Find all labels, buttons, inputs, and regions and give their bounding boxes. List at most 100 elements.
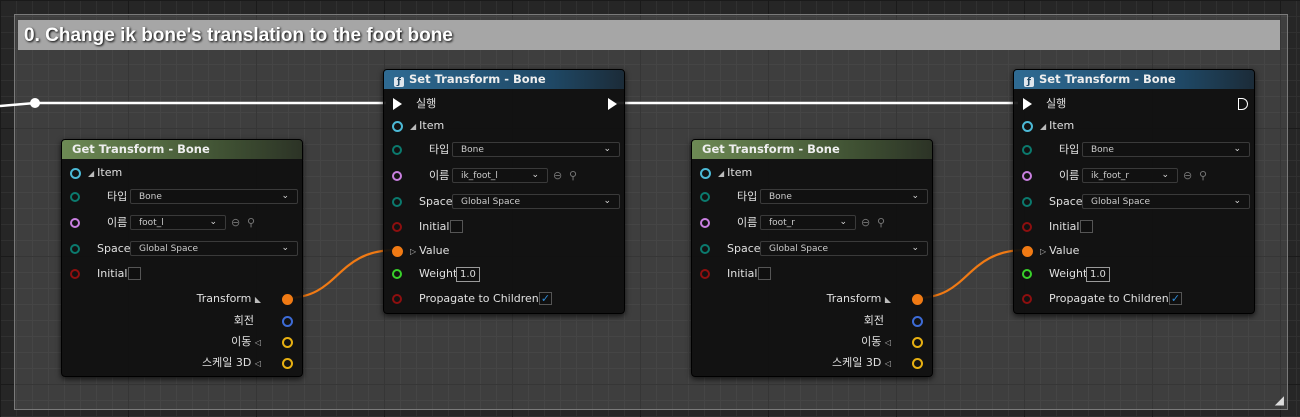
search-icon[interactable]: ⚲ — [1199, 166, 1207, 186]
item-pin[interactable] — [1022, 121, 1033, 132]
name-pin[interactable] — [70, 218, 80, 228]
name-pin[interactable] — [1022, 171, 1032, 181]
exec-in-pin[interactable] — [393, 98, 402, 110]
node-title-text: Set Transform - Bone — [409, 72, 546, 86]
type-dropdown[interactable]: Bone ⌄ — [130, 189, 298, 204]
translation-out-pin[interactable] — [912, 337, 923, 348]
name-label: 이름 — [107, 216, 128, 229]
search-icon[interactable]: ⚲ — [247, 213, 255, 233]
rotation-out-pin[interactable] — [912, 316, 923, 327]
chevron-down-icon: ⌄ — [911, 191, 919, 201]
collapse-triangle-icon[interactable]: ◢ — [410, 122, 416, 131]
space-pin[interactable] — [1022, 197, 1032, 207]
initial-pin[interactable] — [392, 222, 402, 232]
translation-out-label: 이동 ◁ — [861, 332, 894, 353]
weight-input[interactable]: 1.0 — [456, 267, 480, 282]
chevron-down-icon: ⌄ — [839, 217, 847, 227]
set-transform-node-left[interactable]: ƒ Set Transform - Bone 실행 ◢ Item 타입 Bone ⌄ … — [383, 69, 625, 314]
expand-triangle-icon[interactable]: ◣ — [255, 295, 261, 304]
node-title[interactable]: ƒ Set Transform - Bone — [384, 70, 624, 89]
exec-out-pin[interactable] — [608, 98, 617, 110]
expand-triangle-icon[interactable]: ▷ — [410, 247, 416, 256]
initial-row: Initial — [392, 217, 622, 237]
scale-out-label: 스케일 3D ◁ — [832, 353, 894, 374]
use-selected-icon[interactable]: ⊖ — [553, 166, 562, 186]
type-label: 타입 — [737, 190, 758, 203]
get-transform-node-left[interactable]: Get Transform - Bone ◢ Item 타입 Bone ⌄ 이름 f… — [61, 139, 303, 377]
space-dropdown[interactable]: Global Space ⌄ — [452, 194, 620, 209]
value-pin[interactable] — [392, 246, 403, 257]
type-dropdown[interactable]: Bone ⌄ — [760, 189, 928, 204]
space-pin[interactable] — [70, 244, 80, 254]
name-dropdown[interactable]: ik_foot_r ⌄ — [1082, 168, 1178, 183]
weight-input[interactable]: 1.0 — [1086, 267, 1110, 282]
use-selected-icon[interactable]: ⊖ — [231, 213, 240, 233]
item-pin[interactable] — [392, 121, 403, 132]
type-pin[interactable] — [1022, 145, 1032, 155]
collapse-triangle-icon[interactable]: ◢ — [88, 169, 94, 178]
expand-triangle-icon[interactable]: ◣ — [885, 295, 891, 304]
weight-pin[interactable] — [1022, 269, 1032, 279]
search-icon[interactable]: ⚲ — [569, 166, 577, 186]
use-selected-icon[interactable]: ⊖ — [861, 213, 870, 233]
propagate-row: Propagate to Children ✓ — [392, 289, 622, 309]
initial-pin[interactable] — [70, 269, 80, 279]
space-dropdown[interactable]: Global Space ⌄ — [760, 241, 928, 256]
name-dropdown[interactable]: foot_r ⌄ — [760, 215, 856, 230]
expand-triangle-icon[interactable]: ◁ — [255, 359, 261, 368]
scale-out-pin[interactable] — [912, 358, 923, 369]
collapse-triangle-icon[interactable]: ◢ — [718, 169, 724, 178]
space-dropdown[interactable]: Global Space ⌄ — [130, 241, 298, 256]
type-dropdown[interactable]: Bone ⌄ — [1082, 142, 1250, 157]
name-pin[interactable] — [700, 218, 710, 228]
weight-pin[interactable] — [392, 269, 402, 279]
node-title[interactable]: Get Transform - Bone — [692, 140, 932, 159]
type-pin[interactable] — [392, 145, 402, 155]
initial-checkbox[interactable] — [758, 267, 771, 280]
expand-triangle-icon[interactable]: ◁ — [885, 338, 891, 347]
space-dropdown[interactable]: Global Space ⌄ — [1082, 194, 1250, 209]
transform-out-pin[interactable] — [912, 294, 923, 305]
value-text: Value — [1049, 244, 1080, 257]
node-title[interactable]: Get Transform - Bone — [62, 140, 302, 159]
transform-out-pin[interactable] — [282, 294, 293, 305]
translation-out-pin[interactable] — [282, 337, 293, 348]
item-pin[interactable] — [700, 168, 711, 179]
exec-in-pin[interactable] — [1023, 98, 1032, 110]
exec-row: 실행 — [1022, 94, 1250, 114]
expand-triangle-icon[interactable]: ◁ — [885, 359, 891, 368]
get-transform-node-right[interactable]: Get Transform - Bone ◢ Item 타입 Bone ⌄ 이름 f… — [691, 139, 933, 377]
propagate-pin[interactable] — [392, 294, 402, 304]
initial-checkbox[interactable] — [1080, 220, 1093, 233]
use-selected-icon[interactable]: ⊖ — [1183, 166, 1192, 186]
collapse-triangle-icon[interactable]: ◢ — [1040, 122, 1046, 131]
node-title[interactable]: ƒ Set Transform - Bone — [1014, 70, 1254, 89]
chevron-down-icon: ⌄ — [281, 243, 289, 253]
space-pin[interactable] — [392, 197, 402, 207]
type-pin[interactable] — [700, 192, 710, 202]
set-transform-node-right[interactable]: ƒ Set Transform - Bone 실행 ◢ Item 타입 Bone ⌄ … — [1013, 69, 1255, 314]
rotation-out-pin[interactable] — [282, 316, 293, 327]
name-dropdown[interactable]: foot_l ⌄ — [130, 215, 226, 230]
expand-triangle-icon[interactable]: ◁ — [255, 338, 261, 347]
type-pin[interactable] — [70, 192, 80, 202]
value-pin[interactable] — [1022, 246, 1033, 257]
initial-pin[interactable] — [1022, 222, 1032, 232]
name-pin[interactable] — [392, 171, 402, 181]
item-pin[interactable] — [70, 168, 81, 179]
propagate-checkbox[interactable]: ✓ — [1169, 292, 1182, 305]
search-icon[interactable]: ⚲ — [877, 213, 885, 233]
initial-pin[interactable] — [700, 269, 710, 279]
type-dropdown[interactable]: Bone ⌄ — [452, 142, 620, 157]
initial-checkbox[interactable] — [128, 267, 141, 280]
transform-out-text: Transform — [826, 292, 882, 305]
exec-out-pin[interactable] — [1238, 98, 1248, 110]
item-label: Item — [97, 166, 123, 179]
initial-checkbox[interactable] — [450, 220, 463, 233]
expand-triangle-icon[interactable]: ▷ — [1040, 247, 1046, 256]
propagate-pin[interactable] — [1022, 294, 1032, 304]
space-pin[interactable] — [700, 244, 710, 254]
scale-out-pin[interactable] — [282, 358, 293, 369]
name-dropdown[interactable]: ik_foot_l ⌄ — [452, 168, 548, 183]
propagate-checkbox[interactable]: ✓ — [539, 292, 552, 305]
